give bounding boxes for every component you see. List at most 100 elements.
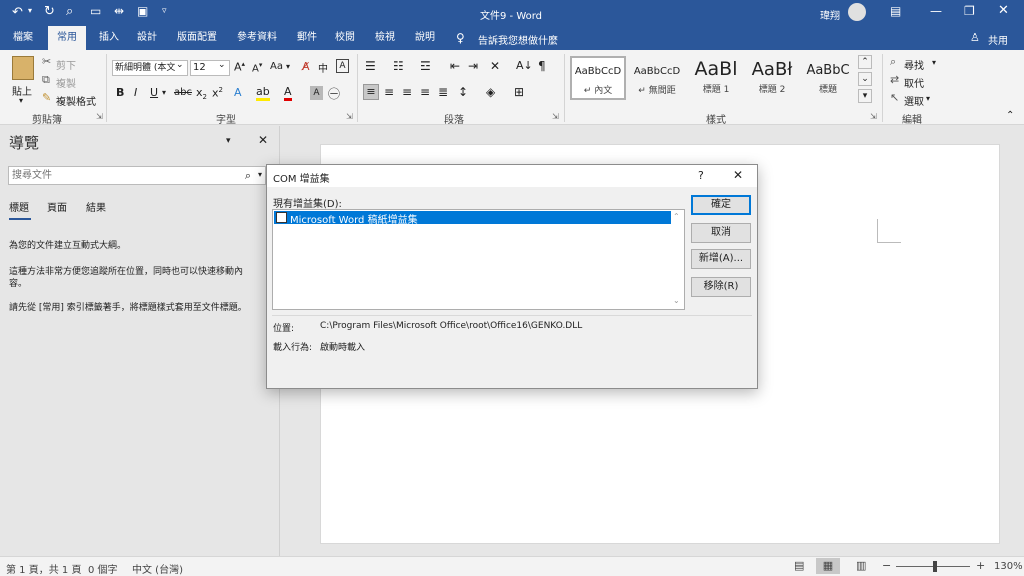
distributed-icon[interactable]: ≣	[438, 85, 448, 99]
replace-button[interactable]: 取代	[904, 75, 924, 90]
format-painter-button[interactable]: 複製格式	[56, 93, 96, 108]
decrease-indent-icon[interactable]: ⇤	[450, 59, 460, 73]
search-dropdown-icon[interactable]: ▾	[258, 170, 262, 179]
strikethrough-icon[interactable]: abc	[174, 87, 192, 98]
tab-mailings[interactable]: 郵件	[290, 26, 324, 50]
phonetic-guide-icon[interactable]: 中	[318, 60, 328, 75]
font-color-icon[interactable]: A	[284, 85, 292, 101]
find-button[interactable]: 尋找	[904, 57, 924, 72]
nav-options-icon[interactable]: ▾	[226, 136, 231, 146]
undo-dropdown-icon[interactable]: ▾	[28, 6, 32, 15]
justify-icon[interactable]: ≡	[420, 85, 430, 99]
list-scroll-up-icon[interactable]: ⌃	[673, 212, 680, 221]
word-count[interactable]: 0 個字	[88, 561, 118, 576]
style-title[interactable]: AaBbC 標題	[800, 56, 856, 100]
character-shading-icon[interactable]: A	[310, 86, 323, 100]
user-name[interactable]: 瑋翔	[820, 7, 840, 22]
style-heading-2[interactable]: AaBł 標題 2	[744, 56, 800, 100]
align-right-icon[interactable]: ≡	[402, 85, 412, 99]
save-icon[interactable]: ▣	[137, 4, 148, 18]
restore-icon[interactable]: ❐	[964, 4, 975, 18]
style-no-spacing[interactable]: AaBbCcD ↵ 無間距	[629, 56, 685, 100]
styles-more-icon[interactable]: ▾	[858, 89, 872, 103]
numbering-icon[interactable]: ☷	[393, 59, 404, 73]
change-case-button[interactable]: Aa	[270, 61, 283, 72]
format-painter-icon[interactable]: ✎	[42, 91, 51, 105]
find-dropdown-icon[interactable]: ▾	[932, 58, 936, 67]
tell-me-box[interactable]: 告訴我您想做什麼	[478, 32, 558, 47]
character-border-icon[interactable]: A	[336, 59, 349, 73]
tab-file[interactable]: 檔案	[6, 26, 40, 50]
print-layout-icon[interactable]: ▦	[816, 558, 840, 574]
ok-button[interactable]: 確定	[691, 195, 751, 215]
style-heading-1[interactable]: AaBl 標題 1	[688, 56, 744, 100]
search-icon[interactable]: ⌕	[245, 169, 251, 183]
zoom-slider-thumb[interactable]	[933, 561, 937, 572]
paste-dropdown-icon[interactable]: ▾	[19, 96, 23, 105]
comment-icon[interactable]: ▭	[90, 4, 101, 18]
tab-help[interactable]: 說明	[408, 26, 442, 50]
superscript-icon[interactable]: x2	[212, 86, 223, 100]
grow-font-icon[interactable]: A▴	[234, 60, 245, 74]
styles-scroll-up-icon[interactable]: ⌃	[858, 55, 872, 69]
copy-icon[interactable]: ⧉	[42, 73, 50, 87]
tab-insert[interactable]: 插入	[92, 26, 126, 50]
search-icon[interactable]: ⌕	[66, 4, 73, 19]
styles-launcher-icon[interactable]: ⇲	[870, 112, 877, 121]
align-left-icon[interactable]: ≡	[363, 84, 379, 100]
text-effects-icon[interactable]: A	[234, 86, 242, 99]
enclose-characters-icon[interactable]: ㊀	[328, 85, 340, 102]
cut-icon[interactable]: ✂	[42, 55, 51, 69]
minimize-icon[interactable]: —	[930, 4, 942, 18]
remove-button[interactable]: 移除(R)	[691, 277, 751, 297]
nav-search-box[interactable]: ⌕ ▾	[8, 166, 266, 185]
list-item[interactable]: Microsoft Word 稿紙增益集	[274, 211, 671, 226]
list-scroll-down-icon[interactable]: ⌄	[673, 296, 680, 305]
paste-icon[interactable]	[12, 56, 34, 80]
cut-button[interactable]: 剪下	[56, 57, 76, 72]
increase-indent-icon[interactable]: ⇥	[468, 59, 478, 73]
cancel-button[interactable]: 取消	[691, 223, 751, 243]
font-size-dropdown-icon[interactable]: ⌄	[218, 60, 226, 70]
show-marks-icon[interactable]: ¶	[538, 59, 546, 73]
line-spacing-icon[interactable]: ↕	[458, 85, 468, 99]
addins-list[interactable]: Microsoft Word 稿紙增益集 ⌃ ⌄	[272, 209, 685, 310]
select-button[interactable]: 選取	[904, 93, 924, 108]
select-icon[interactable]: ↖	[890, 91, 899, 105]
addin-checkbox[interactable]	[276, 212, 287, 223]
italic-icon[interactable]: I	[134, 86, 137, 99]
tab-design[interactable]: 設計	[130, 26, 164, 50]
share-button[interactable]: 共用	[988, 32, 1008, 47]
add-button[interactable]: 新增(A)...	[691, 249, 751, 269]
sort-icon[interactable]: A↓	[516, 59, 533, 72]
zoom-out-icon[interactable]: −	[882, 559, 891, 572]
multilevel-list-icon[interactable]: ☲	[420, 59, 431, 73]
ribbon-display-icon[interactable]: ▤	[890, 4, 901, 18]
collapse-ribbon-icon[interactable]: ⌃	[1006, 110, 1014, 121]
asian-layout-icon[interactable]: ✕	[490, 59, 500, 73]
tab-review[interactable]: 校閱	[328, 26, 362, 50]
bullets-icon[interactable]: ☰	[365, 59, 376, 73]
zoom-level[interactable]: 130%	[994, 561, 1023, 572]
font-launcher-icon[interactable]: ⇲	[346, 112, 353, 121]
tab-view[interactable]: 檢視	[368, 26, 402, 50]
find-icon[interactable]: ⌕	[890, 55, 896, 69]
subscript-icon[interactable]: x2	[196, 86, 207, 101]
dialog-help-button[interactable]: ?	[698, 169, 704, 182]
touch-mode-icon[interactable]: ⇹	[114, 4, 124, 18]
clear-format-icon[interactable]: A̸	[302, 60, 310, 73]
web-layout-icon[interactable]: ▥	[856, 559, 866, 572]
language-status[interactable]: 中文 (台灣)	[132, 561, 183, 576]
tab-pages[interactable]: 頁面	[47, 199, 67, 214]
highlight-icon[interactable]: ab	[256, 85, 270, 101]
shrink-font-icon[interactable]: A▾	[252, 61, 262, 74]
read-mode-icon[interactable]: ▤	[794, 559, 804, 572]
paragraph-launcher-icon[interactable]: ⇲	[552, 112, 559, 121]
change-case-dropdown-icon[interactable]: ▾	[286, 62, 290, 71]
tab-references[interactable]: 參考資料	[230, 26, 284, 50]
select-dropdown-icon[interactable]: ▾	[926, 94, 930, 103]
page-count[interactable]: 第 1 頁，共 1 頁	[6, 561, 81, 576]
tab-layout[interactable]: 版面配置	[170, 26, 224, 50]
clipboard-launcher-icon[interactable]: ⇲	[96, 112, 103, 121]
zoom-in-icon[interactable]: +	[976, 559, 985, 572]
